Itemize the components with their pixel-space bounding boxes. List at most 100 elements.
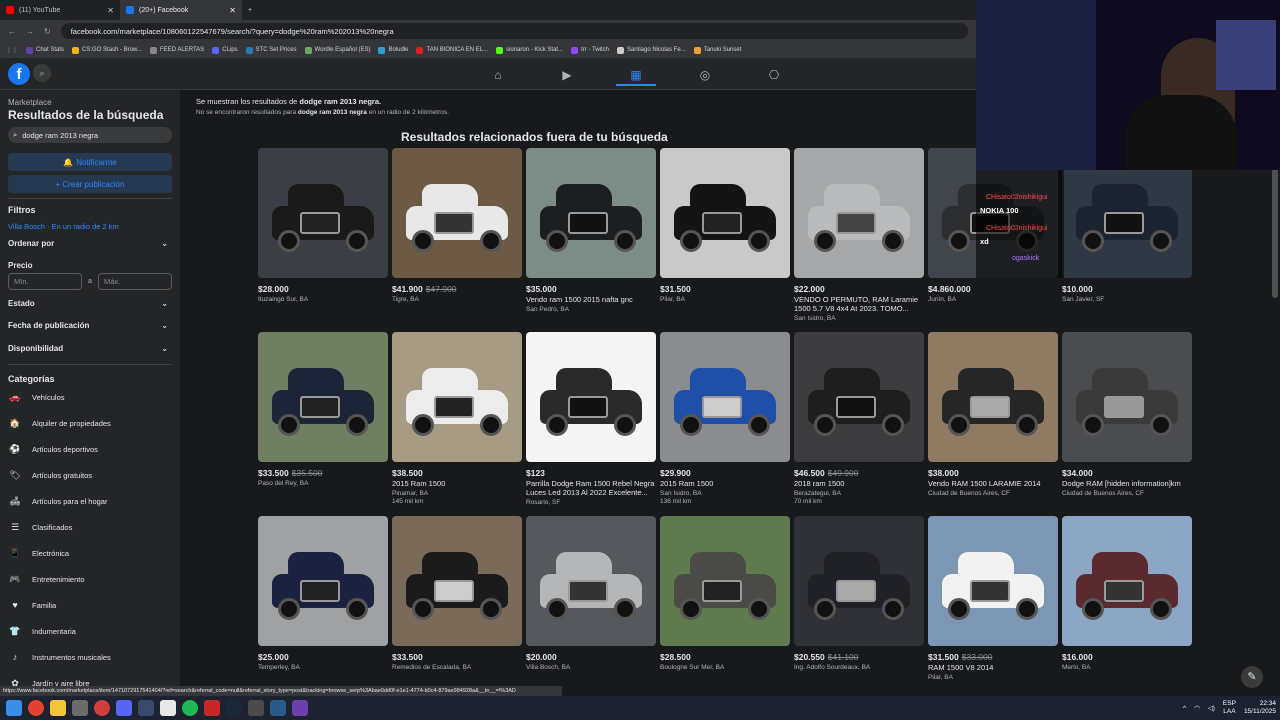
- sort-dropdown[interactable]: Ordenar por ⌄: [8, 239, 168, 248]
- bookmark[interactable]: sionaron - Kick Stat...: [496, 46, 563, 54]
- listing-photo[interactable]: [392, 516, 522, 646]
- listing-photo[interactable]: [1062, 516, 1192, 646]
- create-listing-button[interactable]: + Crear publicación: [8, 175, 172, 193]
- listing-photo[interactable]: [794, 516, 924, 646]
- app-icon[interactable]: [204, 700, 220, 716]
- steam-icon[interactable]: [226, 700, 242, 716]
- listing-card[interactable]: $20.550 $41.100 Ing. Adolfo Sourdeaux, BA: [794, 516, 924, 671]
- bookmark[interactable]: Wordle Español (ES): [304, 46, 370, 54]
- close-tab-icon[interactable]: ✕: [107, 6, 114, 15]
- notify-button[interactable]: 🔔 Notificarme: [8, 153, 172, 171]
- listing-photo[interactable]: [660, 332, 790, 462]
- reload-icon[interactable]: ↻: [44, 27, 51, 36]
- bookmark[interactable]: Tanuki Sunset: [693, 46, 741, 54]
- listing-card[interactable]: $46.500 $49.900 2018 ram 1500 Berazategui, …: [794, 332, 924, 505]
- listing-photo[interactable]: [794, 332, 924, 462]
- category-item[interactable]: 🏷 Artículos gratuitos: [8, 468, 92, 482]
- chrome-icon[interactable]: [28, 700, 44, 716]
- breadcrumb[interactable]: Marketplace: [8, 98, 52, 107]
- groups-icon[interactable]: ◎: [685, 64, 725, 86]
- category-item[interactable]: 📱 Electrónica: [8, 546, 69, 560]
- bookmark[interactable]: CLips: [212, 46, 238, 54]
- bookmark[interactable]: Boludle: [378, 46, 408, 54]
- app-icon[interactable]: [94, 700, 110, 716]
- listing-card[interactable]: $33.500 Remedios de Escalada, BA: [392, 516, 522, 671]
- listing-card[interactable]: $29.900 2015 Ram 1500 San Isidro, BA 136 mi…: [660, 332, 790, 505]
- clock[interactable]: 22:34 15/11/2025: [1244, 700, 1276, 716]
- state-dropdown[interactable]: Estado ⌄: [8, 299, 168, 308]
- forward-icon[interactable]: →: [26, 27, 34, 36]
- app-icon[interactable]: [248, 700, 264, 716]
- listing-photo[interactable]: [258, 332, 388, 462]
- bookmark[interactable]: FEED ALERTAS: [150, 46, 204, 54]
- tab-youtube[interactable]: (11) YouTube ✕: [0, 0, 120, 20]
- listing-card[interactable]: $38.500 2015 Ram 1500 Pinamar, BA 145 mil k…: [392, 332, 522, 505]
- app-icon[interactable]: [292, 700, 308, 716]
- listing-card[interactable]: $35.000 Vendo ram 1500 2015 nafta gnc San …: [526, 148, 656, 313]
- video-icon[interactable]: ▶: [547, 64, 587, 86]
- listing-photo[interactable]: [392, 148, 522, 278]
- apps-icon[interactable]: ⋮⋮: [6, 47, 18, 54]
- bookmark[interactable]: Chat Stats: [26, 46, 64, 54]
- spotify-icon[interactable]: [182, 700, 198, 716]
- listing-card[interactable]: $31.500 $33.000 RAM 1500 V8 2014 Pilar, BA: [928, 516, 1058, 681]
- bookmark[interactable]: STC Set Prices: [245, 46, 297, 54]
- category-item[interactable]: 🛋 Artículos para el hogar: [8, 494, 107, 508]
- listing-photo[interactable]: [660, 516, 790, 646]
- wifi-icon[interactable]: ◠: [1194, 704, 1200, 712]
- listing-photo[interactable]: [258, 516, 388, 646]
- availability-dropdown[interactable]: Disponibilidad ⌄: [8, 344, 168, 353]
- app-icon[interactable]: [72, 700, 88, 716]
- listing-card[interactable]: $28.500 Boulogne Sur Mer, BA: [660, 516, 790, 671]
- compose-icon[interactable]: ✎: [1241, 666, 1263, 688]
- listing-photo[interactable]: [1062, 332, 1192, 462]
- category-item[interactable]: ✿ Jardín y aire libre: [8, 676, 89, 686]
- language-indicator[interactable]: ESP LAA: [1223, 700, 1236, 716]
- windows-start-icon[interactable]: [6, 700, 22, 716]
- listing-card[interactable]: $31.500 Pilar, BA: [660, 148, 790, 303]
- listing-photo[interactable]: [526, 148, 656, 278]
- listing-photo[interactable]: [928, 516, 1058, 646]
- category-item[interactable]: ⚽ Artículos deportivos: [8, 442, 97, 456]
- listing-photo[interactable]: [526, 332, 656, 462]
- category-item[interactable]: ♪ Instrumentos musicales: [8, 650, 111, 664]
- listing-card[interactable]: $34.000 Dodge RAM [hidden information]km C…: [1062, 332, 1192, 497]
- listing-photo[interactable]: [526, 516, 656, 646]
- listing-card[interactable]: $22.000 VENDO O PERMUTO, RAM Laramie 1500…: [794, 148, 924, 322]
- gaming-icon[interactable]: ⎔: [754, 64, 794, 86]
- listing-photo[interactable]: [794, 148, 924, 278]
- folder-icon[interactable]: [50, 700, 66, 716]
- listing-photo[interactable]: [258, 148, 388, 278]
- listing-card[interactable]: $33.500 $35.500 Paso del Rey, BA: [258, 332, 388, 487]
- app-icon[interactable]: [138, 700, 154, 716]
- category-item[interactable]: 👕 Indumentaria: [8, 624, 75, 638]
- bookmark[interactable]: Santiago Nicolas Fe...: [616, 46, 686, 54]
- category-item[interactable]: 🎮 Entretenimiento: [8, 572, 84, 586]
- listing-card[interactable]: $16.000 Merlo, BA: [1062, 516, 1192, 671]
- category-item[interactable]: ☰ Clasificados: [8, 520, 72, 534]
- close-tab-icon[interactable]: ✕: [229, 6, 236, 15]
- app-icon[interactable]: [160, 700, 176, 716]
- chevron-up-icon[interactable]: ^: [1183, 705, 1186, 712]
- listing-card[interactable]: $25.000 Temperley, BA: [258, 516, 388, 671]
- listing-card[interactable]: $28.000 Ituzaingó Sur, BA: [258, 148, 388, 303]
- facebook-logo-icon[interactable]: f: [8, 63, 30, 85]
- marketplace-icon[interactable]: ▦: [616, 64, 656, 86]
- app-icon[interactable]: [270, 700, 286, 716]
- listing-card[interactable]: $38.000 Vendo RAM 1500 LARAMIE 2014 Ciudad…: [928, 332, 1058, 497]
- date-dropdown[interactable]: Fecha de publicación ⌄: [8, 321, 168, 330]
- search-input[interactable]: ⌕ dodge ram 2013 negra: [8, 127, 172, 143]
- listing-photo[interactable]: [928, 332, 1058, 462]
- search-icon[interactable]: ⌕: [33, 64, 51, 82]
- listing-photo[interactable]: [660, 148, 790, 278]
- volume-icon[interactable]: ◁): [1208, 704, 1215, 712]
- new-tab-button[interactable]: +: [242, 0, 262, 20]
- tab-facebook[interactable]: (20+) Facebook ✕: [120, 0, 242, 20]
- home-icon[interactable]: ⌂: [478, 64, 518, 86]
- bookmark[interactable]: trr - Twitch: [571, 46, 609, 54]
- bookmark[interactable]: CS:GO Stash - Brow...: [72, 46, 142, 54]
- listing-photo[interactable]: [392, 332, 522, 462]
- category-item[interactable]: ♥ Familia: [8, 598, 56, 612]
- location-filter[interactable]: Villa Bosch · En un radio de 2 km: [8, 222, 119, 231]
- listing-card[interactable]: $41.900 $47.900 Tigre, BA: [392, 148, 522, 303]
